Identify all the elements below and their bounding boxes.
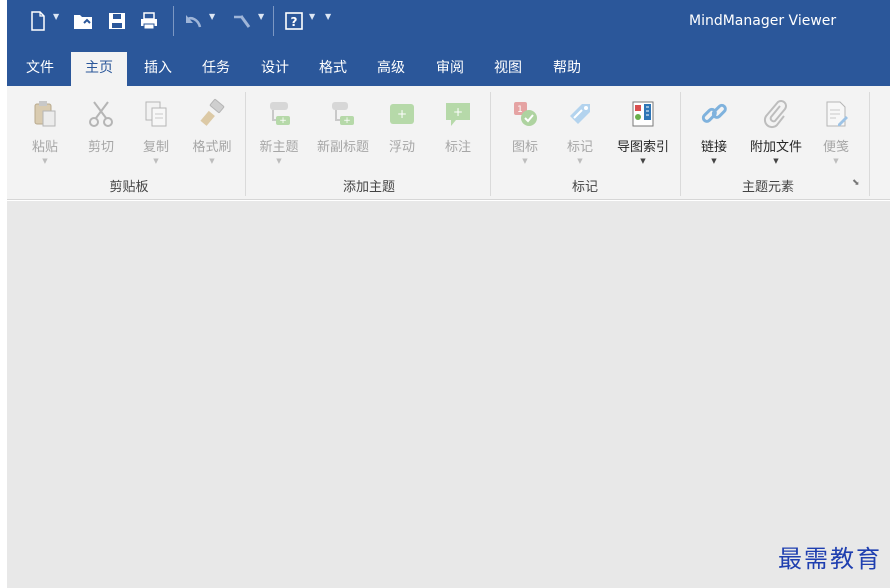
tab-view[interactable]: 视图	[485, 52, 531, 86]
new-document-icon[interactable]	[27, 8, 49, 34]
tab-advanced[interactable]: 高级	[368, 52, 414, 86]
new-topic-icon: +	[263, 98, 295, 130]
chevron-down-icon: ▼	[773, 157, 779, 165]
print-icon[interactable]	[137, 8, 161, 34]
map-workspace[interactable]: 最需教育	[7, 201, 890, 588]
marker-button[interactable]: 1 图标 ▼	[504, 94, 546, 168]
chevron-down-icon: ▼	[711, 157, 717, 165]
group-separator	[680, 92, 681, 196]
help-icon[interactable]: ?	[282, 8, 306, 34]
toolbar-separator	[273, 6, 274, 36]
cut-button[interactable]: 剪切	[77, 94, 125, 168]
floating-topic-icon: +	[386, 98, 418, 130]
copy-button[interactable]: 复制 ▼	[131, 94, 181, 168]
link-icon	[698, 98, 730, 130]
group-separator	[869, 92, 870, 196]
chevron-down-icon: ▼	[209, 157, 215, 165]
svg-text:1: 1	[517, 105, 523, 115]
tab-task[interactable]: 任务	[193, 52, 239, 86]
app-title: MindManager Viewer	[689, 13, 837, 29]
group-separator	[490, 92, 491, 196]
title-bar: ▼ ▼ ▼ ? ▼ ▼ MindManager Viewer	[7, 0, 890, 44]
attachment-icon	[760, 98, 792, 130]
tab-format[interactable]: 格式	[310, 52, 356, 86]
chevron-down-icon[interactable]: ▼	[309, 12, 315, 21]
callout-icon: +	[442, 98, 474, 130]
undo-icon[interactable]	[181, 8, 205, 34]
tab-home[interactable]: 主页	[71, 52, 127, 86]
format-painter-button[interactable]: 格式刷 ▼	[187, 94, 237, 168]
group-label-add-topic: 添加主题	[342, 180, 395, 195]
map-index-icon	[627, 98, 659, 130]
tag-button[interactable]: 标记 ▼	[559, 94, 601, 168]
callout-button[interactable]: + 标注	[437, 94, 479, 168]
new-subtopic-button[interactable]: + 新副标题	[311, 94, 375, 168]
tab-insert[interactable]: 插入	[135, 52, 181, 86]
chevron-down-icon: ▼	[640, 157, 646, 165]
chevron-down-icon: ▼	[522, 157, 528, 165]
chevron-down-icon[interactable]: ▼	[258, 12, 264, 21]
marker-icon: 1	[509, 98, 541, 130]
new-topic-button[interactable]: + 新主题 ▼	[253, 94, 305, 168]
tab-help[interactable]: 帮助	[544, 52, 590, 86]
dialog-launcher-icon[interactable]: ⬊	[852, 178, 860, 188]
ribbon-tab-bar: 文件 主页 插入 任务 设计 格式 高级 审阅 视图 帮助	[7, 44, 890, 86]
note-button[interactable]: 便笺 ▼	[815, 94, 857, 168]
chevron-down-icon: ▼	[833, 157, 839, 165]
chevron-down-icon[interactable]: ▼	[209, 12, 215, 21]
new-subtopic-icon: +	[327, 98, 359, 130]
save-icon[interactable]	[105, 8, 129, 34]
customize-toolbar-icon[interactable]: ▼	[325, 12, 331, 21]
tab-review[interactable]: 审阅	[427, 52, 473, 86]
cut-icon	[85, 98, 117, 130]
tag-icon	[564, 98, 596, 130]
ribbon: 粘贴 ▼ 剪切 复制 ▼ 格式刷 ▼ 剪贴板 + 新主题 ▼ + 新副标题 + …	[7, 86, 890, 200]
attach-file-button[interactable]: 附加文件 ▼	[745, 94, 807, 168]
group-label-markers: 标记	[571, 180, 598, 195]
paste-icon	[29, 98, 61, 130]
floating-topic-button[interactable]: + 浮动	[381, 94, 423, 168]
svg-text:+: +	[397, 107, 407, 121]
link-button[interactable]: 链接 ▼	[693, 94, 735, 168]
chevron-down-icon: ▼	[577, 157, 583, 165]
chevron-down-icon: ▼	[276, 157, 282, 165]
chevron-down-icon[interactable]: ▼	[53, 12, 59, 21]
chevron-down-icon: ▼	[42, 157, 48, 165]
group-separator	[245, 92, 246, 196]
app-window: ▼ ▼ ▼ ? ▼ ▼ MindManager Viewer 文件 主页 插入 …	[0, 0, 890, 588]
svg-text:+: +	[453, 105, 463, 119]
redo-icon[interactable]	[229, 8, 253, 34]
chevron-down-icon: ▼	[153, 157, 159, 165]
svg-text:?: ?	[291, 15, 298, 29]
copy-icon	[140, 98, 172, 130]
tab-file[interactable]: 文件	[16, 52, 64, 86]
group-label-clipboard: 剪贴板	[109, 180, 149, 195]
group-label-topic-elements: 主题元素	[741, 180, 794, 195]
map-index-button[interactable]: 导图索引 ▼	[611, 94, 675, 168]
svg-text:+: +	[279, 116, 287, 126]
paste-button[interactable]: 粘贴 ▼	[19, 94, 71, 168]
note-icon	[820, 98, 852, 130]
tab-design[interactable]: 设计	[252, 52, 298, 86]
svg-text:+: +	[343, 116, 351, 126]
toolbar-separator	[173, 6, 174, 36]
format-painter-icon	[196, 98, 228, 130]
open-file-icon[interactable]	[71, 8, 95, 34]
watermark: 最需教育	[778, 545, 882, 573]
